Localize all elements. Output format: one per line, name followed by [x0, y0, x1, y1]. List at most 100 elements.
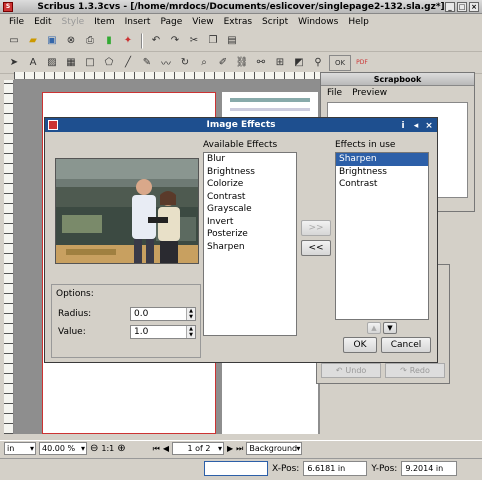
menu-script[interactable]: Script: [257, 17, 293, 27]
copy-icon[interactable]: ❐: [205, 33, 221, 49]
vertical-ruler[interactable]: [4, 80, 14, 434]
arrow-up-icon: ▲: [371, 324, 377, 332]
list-item[interactable]: Grayscale: [204, 203, 296, 216]
horizontal-ruler[interactable]: [14, 72, 320, 80]
new-icon[interactable]: ▭: [6, 33, 22, 49]
list-item[interactable]: Blur: [204, 153, 296, 166]
zoom-out-icon[interactable]: ⊖: [90, 443, 98, 454]
effects-in-use-list[interactable]: Sharpen Brightness Contrast: [335, 152, 429, 320]
menu-insert[interactable]: Insert: [120, 17, 156, 27]
polygon-icon[interactable]: ⬠: [101, 55, 117, 71]
remove-effect-button[interactable]: <<: [301, 240, 331, 256]
options-group: Options: Radius: 0.0 ▲ ▼ Value: 1.0 ▲ ▼: [51, 284, 201, 358]
list-item-selected[interactable]: Sharpen: [336, 153, 428, 166]
list-item[interactable]: Invert: [204, 216, 296, 229]
minimize-icon[interactable]: _: [445, 2, 455, 12]
dialog-close-icon[interactable]: ×: [424, 119, 434, 133]
undo-icon[interactable]: ↶: [148, 33, 164, 49]
image-effects-dialog: Image Effects i ◂ × Options: Radius: 0.0…: [44, 117, 438, 363]
menu-help[interactable]: Help: [343, 17, 374, 27]
status-bar: X-Pos: 6.6181 in Y-Pos: 9.2014 in: [0, 458, 482, 478]
menu-extras[interactable]: Extras: [219, 17, 257, 27]
ypos-label: Y-Pos:: [371, 463, 398, 474]
move-down-button[interactable]: ▼: [383, 322, 397, 334]
radius-spinbox[interactable]: 0.0 ▲ ▼: [130, 307, 196, 321]
eyedropper-icon[interactable]: ⚲: [310, 55, 326, 71]
zoom-ratio[interactable]: 1:1: [101, 444, 114, 453]
save-icon[interactable]: ▣: [44, 33, 60, 49]
page-select[interactable]: 1 of 2: [172, 442, 225, 455]
ok-icon[interactable]: OK: [329, 54, 351, 71]
menu-view[interactable]: View: [187, 17, 218, 27]
redo-icon[interactable]: ↷: [167, 33, 183, 49]
info-icon[interactable]: i: [398, 119, 408, 133]
cut-icon[interactable]: ✂: [186, 33, 202, 49]
list-item[interactable]: Contrast: [336, 178, 428, 191]
menu-style[interactable]: Style: [57, 17, 90, 27]
scrapbook-menu-preview[interactable]: Preview: [352, 88, 387, 98]
ok-button[interactable]: OK: [343, 337, 377, 353]
pdf-icon[interactable]: ✦: [120, 33, 136, 49]
list-item[interactable]: Contrast: [204, 191, 296, 204]
bezier-icon[interactable]: ✎: [139, 55, 155, 71]
list-item[interactable]: Brightness: [204, 166, 296, 179]
status-message: [204, 461, 268, 476]
text-frame-icon[interactable]: A: [25, 55, 41, 71]
image-frame-icon[interactable]: ▨: [44, 55, 60, 71]
layer-select[interactable]: Background: [246, 442, 303, 455]
zoom-icon[interactable]: ⌕: [196, 55, 212, 71]
last-page-icon[interactable]: ⏭: [236, 444, 243, 454]
table-icon[interactable]: ▦: [63, 55, 79, 71]
move-up-button[interactable]: ▲: [367, 322, 381, 334]
preflight-icon[interactable]: ▮: [101, 33, 117, 49]
maximize-icon[interactable]: □: [457, 2, 467, 12]
list-item[interactable]: Sharpen: [204, 241, 296, 254]
measure-icon[interactable]: ⊞: [272, 55, 288, 71]
value-spin-arrows-icon[interactable]: ▲ ▼: [186, 326, 195, 338]
list-item[interactable]: Colorize: [204, 178, 296, 191]
close-icon[interactable]: ×: [469, 2, 479, 12]
menu-item[interactable]: Item: [89, 17, 120, 27]
menu-page[interactable]: Page: [155, 17, 187, 27]
undo-button[interactable]: ↶ Undo: [321, 363, 381, 378]
unit-select[interactable]: in: [4, 442, 36, 455]
pdf-tools-icon[interactable]: PDF: [354, 55, 370, 71]
image-preview: [55, 158, 199, 264]
next-page-icon[interactable]: ▶: [227, 444, 233, 453]
previous-page-icon[interactable]: ◀: [163, 444, 169, 453]
window-title: Scribus 1.3.3cvs - [/home/mrdocs/Documen…: [37, 2, 445, 12]
list-item[interactable]: Posterize: [204, 228, 296, 241]
freehand-icon[interactable]: 〰: [158, 55, 174, 71]
add-effect-button[interactable]: >>: [301, 220, 331, 236]
menu-edit[interactable]: Edit: [29, 17, 56, 27]
menu-windows[interactable]: Windows: [293, 17, 343, 27]
paste-icon[interactable]: ▤: [224, 33, 240, 49]
dialog-title: Image Effects: [206, 120, 276, 130]
zoom-in-icon[interactable]: ⊕: [117, 443, 125, 454]
cancel-button[interactable]: Cancel: [381, 337, 431, 353]
first-page-icon[interactable]: ⏮: [153, 444, 160, 454]
rotate-icon[interactable]: ↻: [177, 55, 193, 71]
available-effects-list[interactable]: Blur Brightness Colorize Contrast Graysc…: [203, 152, 297, 336]
open-icon[interactable]: ▰: [25, 33, 41, 49]
scribus-app-icon: S: [3, 2, 13, 12]
edit-text-icon[interactable]: ✐: [215, 55, 231, 71]
link-icon[interactable]: ⛓: [234, 55, 250, 71]
xpos-value: 6.6181 in: [303, 461, 368, 476]
close-icon[interactable]: ⊗: [63, 33, 79, 49]
unlink-icon[interactable]: ⚯: [253, 55, 269, 71]
print-icon[interactable]: ⎙: [82, 33, 98, 49]
radius-spin-arrows-icon[interactable]: ▲ ▼: [186, 308, 195, 320]
copy-props-icon[interactable]: ◩: [291, 55, 307, 71]
select-icon[interactable]: ➤: [6, 55, 22, 71]
line-icon[interactable]: ╱: [120, 55, 136, 71]
list-item[interactable]: Brightness: [336, 166, 428, 179]
shape-icon[interactable]: □: [82, 55, 98, 71]
zoom-select[interactable]: 40.00 %: [39, 442, 87, 455]
value-spinbox[interactable]: 1.0 ▲ ▼: [130, 325, 196, 339]
value-label: Value:: [58, 327, 86, 337]
pin-icon[interactable]: ◂: [411, 119, 421, 133]
redo-button[interactable]: ↷ Redo: [385, 363, 445, 378]
menu-file[interactable]: File: [4, 17, 29, 27]
scrapbook-menu-file[interactable]: File: [327, 88, 342, 98]
